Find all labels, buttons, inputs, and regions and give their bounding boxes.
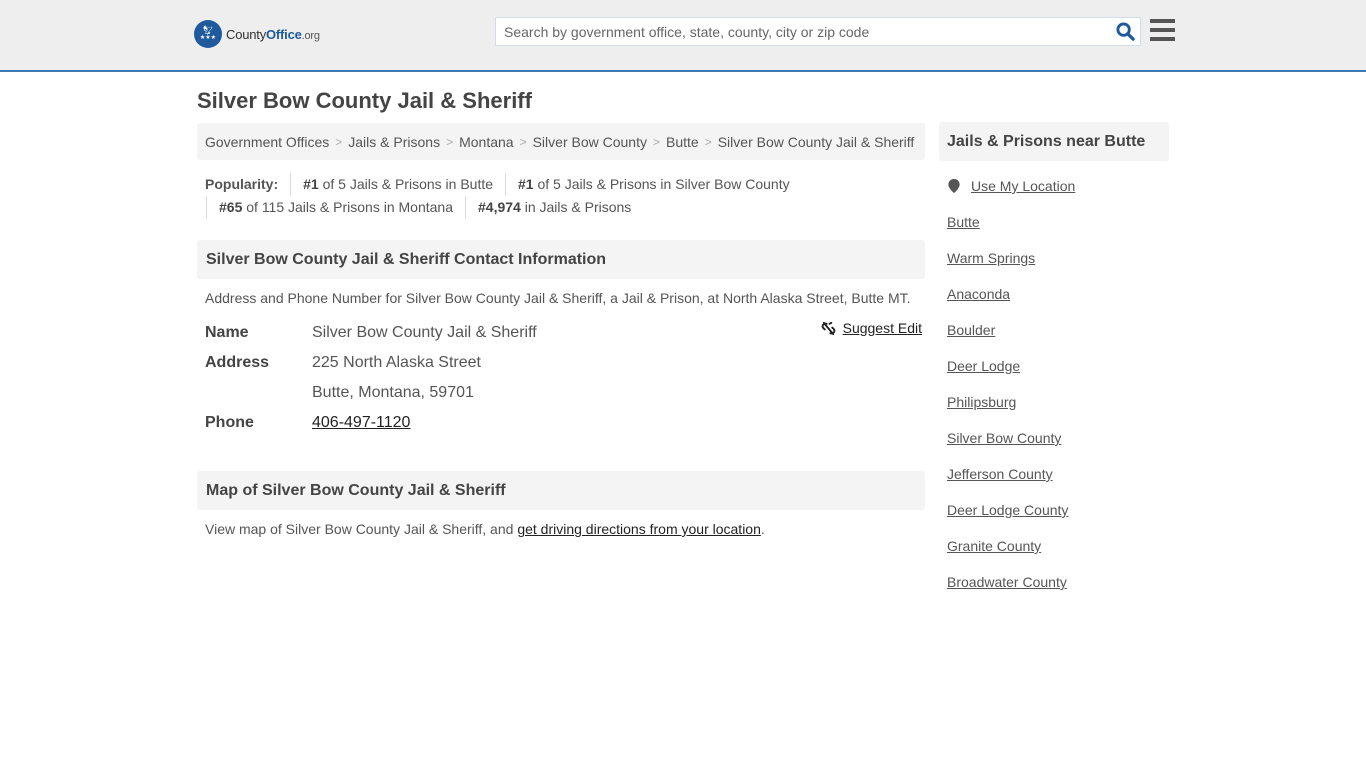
name-value: Silver Bow County Jail & Sheriff [312,324,537,341]
popularity-rank-state: #65 of 115 Jails & Prisons in Montana [206,196,465,219]
phone-row: Phone 406-497-1120 [205,408,925,438]
address-row-2: Butte, Montana, 59701 [205,378,925,408]
popularity: Popularity: #1 of 5 Jails & Prisons in B… [197,173,925,219]
suggest-edit[interactable]: Suggest Edit [821,320,922,336]
sidebar-link-silver-bow-county[interactable]: Silver Bow County [947,430,1061,446]
search-input[interactable] [496,18,1110,45]
address-line2: Butte, Montana, 59701 [312,384,474,401]
popularity-rank-city: #1 of 5 Jails & Prisons in Butte [290,173,505,196]
sidebar-link-anaconda[interactable]: Anaconda [947,286,1010,302]
breadcrumb-separator: > [335,134,343,149]
contact-description: Address and Phone Number for Silver Bow … [205,290,911,306]
sidebar-link-boulder[interactable]: Boulder [947,322,995,338]
breadcrumb-silver-bow-county[interactable]: Silver Bow County [533,134,647,150]
sidebar-link-jefferson-county[interactable]: Jefferson County [947,466,1053,482]
map-pin-icon [948,179,960,194]
broken-link-icon [821,321,835,335]
use-my-location[interactable]: Use My Location [947,178,1169,214]
breadcrumb-butte[interactable]: Butte [666,134,699,150]
contact-heading: Silver Bow County Jail & Sheriff Contact… [197,240,925,279]
breadcrumb-separator: > [446,134,454,149]
breadcrumb-separator: > [704,134,712,149]
sidebar-heading: Jails & Prisons near Butte [939,122,1169,161]
sidebar-link-granite-county[interactable]: Granite County [947,538,1041,554]
breadcrumb-current: Silver Bow County Jail & Sheriff [717,133,915,150]
map-heading: Map of Silver Bow County Jail & Sheriff [197,471,925,510]
breadcrumb-montana[interactable]: Montana [459,134,513,150]
search-box [495,17,1141,46]
popularity-label: Popularity: [205,176,279,192]
sidebar-link-butte[interactable]: Butte [947,214,980,230]
eagle-stars-badge-icon: 🦅︎ ★★★ [194,20,222,48]
breadcrumb: Government Offices > Jails & Prisons > M… [197,123,925,160]
map-description: View map of Silver Bow County Jail & She… [205,521,765,537]
popularity-rank-national: #4,974 in Jails & Prisons [465,196,643,219]
logo-text: CountyOffice.org [226,26,320,42]
sidebar-link-warm-springs[interactable]: Warm Springs [947,250,1035,266]
main-content: Government Offices > Jails & Prisons > M… [197,123,925,537]
hamburger-menu-icon[interactable] [1150,19,1175,41]
name-row: Name Silver Bow County Jail & Sheriff [205,318,925,348]
suggest-edit-link[interactable]: Suggest Edit [843,320,922,336]
driving-directions-link[interactable]: get driving directions from your locatio… [517,521,761,537]
search-button[interactable] [1110,18,1140,45]
breadcrumb-government-offices[interactable]: Government Offices [205,134,329,150]
breadcrumb-separator: > [519,134,527,149]
use-my-location-link[interactable]: Use My Location [971,178,1075,194]
site-header: 🦅︎ ★★★ CountyOffice.org [0,0,1366,72]
sidebar-link-deer-lodge[interactable]: Deer Lodge [947,358,1020,374]
phone-link[interactable]: 406-497-1120 [312,414,410,431]
popularity-rank-county: #1 of 5 Jails & Prisons in Silver Bow Co… [505,173,802,196]
search-icon [1115,22,1135,41]
sidebar: Jails & Prisons near Butte Use My Locati… [939,122,1169,610]
breadcrumb-jails-prisons[interactable]: Jails & Prisons [348,134,440,150]
sidebar-link-deer-lodge-county[interactable]: Deer Lodge County [947,502,1068,518]
name-label: Name [205,324,249,341]
breadcrumb-separator: > [652,134,660,149]
page-title: Silver Bow County Jail & Sheriff [197,88,532,113]
sidebar-link-philipsburg[interactable]: Philipsburg [947,394,1016,410]
contact-table: Suggest Edit Name Silver Bow County Jail… [197,318,925,438]
site-logo[interactable]: 🦅︎ ★★★ CountyOffice.org [194,20,320,48]
nearby-list: Use My Location Butte Warm Springs Anaco… [939,178,1169,610]
address-row: Address 225 North Alaska Street [205,348,925,378]
address-line1: 225 North Alaska Street [312,354,481,371]
phone-label: Phone [205,414,254,431]
sidebar-link-broadwater-county[interactable]: Broadwater County [947,574,1067,590]
address-label: Address [205,354,270,371]
